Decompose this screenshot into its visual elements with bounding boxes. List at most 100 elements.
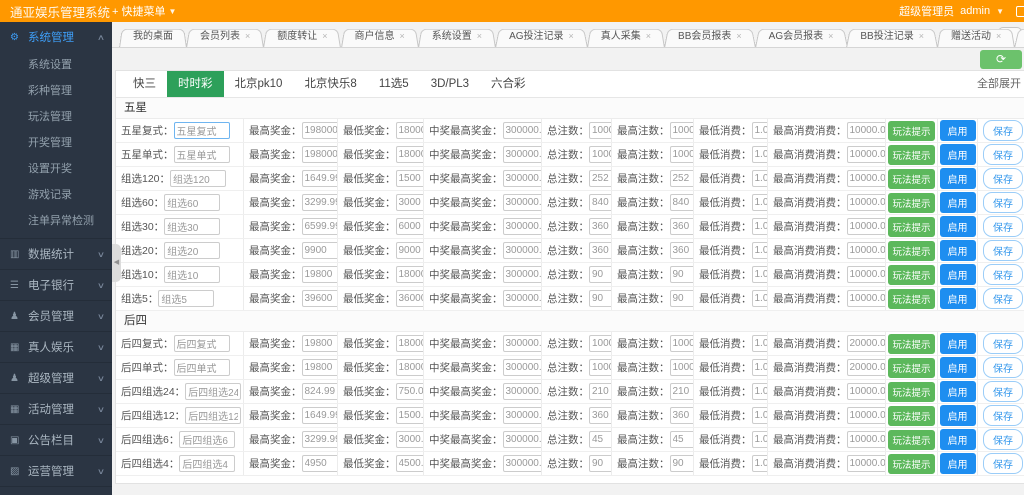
play-tip-button[interactable]: 玩法提示 <box>888 381 935 402</box>
close-tab-icon[interactable]: × <box>646 31 651 41</box>
play-name-input[interactable] <box>164 242 221 259</box>
win-max-input[interactable] <box>502 242 541 259</box>
win-max-input[interactable] <box>502 122 541 139</box>
save-button[interactable]: 保存 <box>983 168 1023 189</box>
save-button[interactable]: 保存 <box>983 144 1023 165</box>
min-cost-input[interactable] <box>751 194 767 211</box>
game-tab[interactable]: 3D/PL3 <box>420 71 480 97</box>
min-cost-input[interactable] <box>751 455 767 472</box>
min-cost-input[interactable] <box>751 290 767 307</box>
max-cost-input[interactable] <box>846 194 885 211</box>
total-bets-input[interactable] <box>589 170 611 187</box>
max-prize-input[interactable] <box>301 383 337 400</box>
save-button[interactable]: 保存 <box>983 333 1023 354</box>
min-cost-input[interactable] <box>751 407 767 424</box>
sidebar-section-header[interactable]: ⚙ 系统管理 ∧ <box>0 22 112 52</box>
play-name-input[interactable] <box>173 146 230 163</box>
min-cost-input[interactable] <box>751 242 767 259</box>
win-max-input[interactable] <box>502 170 541 187</box>
save-button[interactable]: 保存 <box>983 288 1023 309</box>
win-max-input[interactable] <box>502 383 541 400</box>
play-tip-button[interactable]: 玩法提示 <box>888 192 935 213</box>
fullscreen-icon[interactable] <box>1016 5 1024 17</box>
max-prize-input[interactable] <box>301 146 337 163</box>
max-bets-input[interactable] <box>669 122 693 139</box>
sidebar-section-header[interactable]: ♟ 聊天大厅 ∨ <box>0 487 112 495</box>
sidebar-section-header[interactable]: ▨ 运营管理 ∨ <box>0 456 112 486</box>
win-max-input[interactable] <box>502 218 541 235</box>
enable-button[interactable]: 启用 <box>939 288 976 309</box>
close-tab-icon[interactable]: × <box>569 31 574 41</box>
game-tab[interactable]: 快三 <box>122 71 167 97</box>
min-cost-input[interactable] <box>751 266 767 283</box>
play-name-input[interactable] <box>170 170 227 187</box>
max-cost-input[interactable] <box>846 218 885 235</box>
max-prize-input[interactable] <box>301 407 337 424</box>
sidebar-item[interactable]: 设置开奖 <box>0 156 112 182</box>
sidebar-section-header[interactable]: ▥ 数据统计 ∨ <box>0 239 112 269</box>
window-tab[interactable]: 系统设置 × <box>425 27 489 47</box>
play-tip-button[interactable]: 玩法提示 <box>888 120 935 141</box>
play-name-input[interactable] <box>185 407 242 424</box>
total-bets-input[interactable] <box>589 290 611 307</box>
game-tab[interactable]: 北京快乐8 <box>293 71 367 97</box>
max-bets-input[interactable] <box>669 431 693 448</box>
max-prize-input[interactable] <box>301 218 337 235</box>
window-tab[interactable]: AG会员报表 × <box>762 27 841 47</box>
max-cost-input[interactable] <box>846 335 885 352</box>
total-bets-input[interactable] <box>589 335 611 352</box>
window-tab[interactable]: 商户信息 × <box>348 27 412 47</box>
max-cost-input[interactable] <box>846 266 885 283</box>
min-prize-input[interactable] <box>395 146 423 163</box>
close-tab-icon[interactable]: × <box>828 31 833 41</box>
max-cost-input[interactable] <box>846 359 885 376</box>
enable-button[interactable]: 启用 <box>939 168 976 189</box>
play-tip-button[interactable]: 玩法提示 <box>888 168 935 189</box>
win-max-input[interactable] <box>502 290 541 307</box>
min-cost-input[interactable] <box>751 122 767 139</box>
play-tip-button[interactable]: 玩法提示 <box>888 405 935 426</box>
enable-button[interactable]: 启用 <box>939 357 976 378</box>
enable-button[interactable]: 启用 <box>939 264 976 285</box>
game-tab[interactable]: 时时彩 <box>167 71 224 97</box>
total-bets-input[interactable] <box>589 455 611 472</box>
sidebar-item[interactable]: 游戏记录 <box>0 182 112 208</box>
game-tab[interactable]: 六合彩 <box>480 71 537 97</box>
window-tab[interactable]: 额度转让 × <box>270 27 334 47</box>
win-max-input[interactable] <box>502 146 541 163</box>
sidebar-item[interactable]: 注单异常检测 <box>0 208 112 234</box>
enable-button[interactable]: 启用 <box>939 453 976 474</box>
min-cost-input[interactable] <box>751 218 767 235</box>
max-cost-input[interactable] <box>846 146 885 163</box>
total-bets-input[interactable] <box>589 266 611 283</box>
min-prize-input[interactable] <box>395 218 423 235</box>
play-tip-button[interactable]: 玩法提示 <box>888 240 935 261</box>
close-tab-icon[interactable]: × <box>736 31 741 41</box>
min-prize-input[interactable] <box>395 122 423 139</box>
max-prize-input[interactable] <box>301 359 337 376</box>
min-prize-input[interactable] <box>395 431 423 448</box>
max-bets-input[interactable] <box>669 194 693 211</box>
play-name-input[interactable] <box>173 359 230 376</box>
total-bets-input[interactable] <box>589 242 611 259</box>
save-button[interactable]: 保存 <box>983 357 1023 378</box>
min-cost-input[interactable] <box>751 170 767 187</box>
enable-button[interactable]: 启用 <box>939 381 976 402</box>
play-tip-button[interactable]: 玩法提示 <box>888 333 935 354</box>
save-button[interactable]: 保存 <box>983 264 1023 285</box>
play-name-input[interactable] <box>173 335 230 352</box>
enable-button[interactable]: 启用 <box>939 240 976 261</box>
play-name-input[interactable] <box>185 383 242 400</box>
play-tip-button[interactable]: 玩法提示 <box>888 453 935 474</box>
save-button[interactable]: 保存 <box>983 240 1023 261</box>
min-prize-input[interactable] <box>395 170 423 187</box>
save-button[interactable]: 保存 <box>983 405 1023 426</box>
max-bets-input[interactable] <box>669 170 693 187</box>
max-prize-input[interactable] <box>301 455 337 472</box>
window-tab[interactable]: BB投注记录 × <box>853 27 931 47</box>
username-menu[interactable]: admin <box>960 5 990 17</box>
window-tab[interactable]: BB会员报表 × <box>671 27 749 47</box>
enable-button[interactable]: 启用 <box>939 144 976 165</box>
play-name-input[interactable] <box>158 290 215 307</box>
max-prize-input[interactable] <box>301 170 337 187</box>
